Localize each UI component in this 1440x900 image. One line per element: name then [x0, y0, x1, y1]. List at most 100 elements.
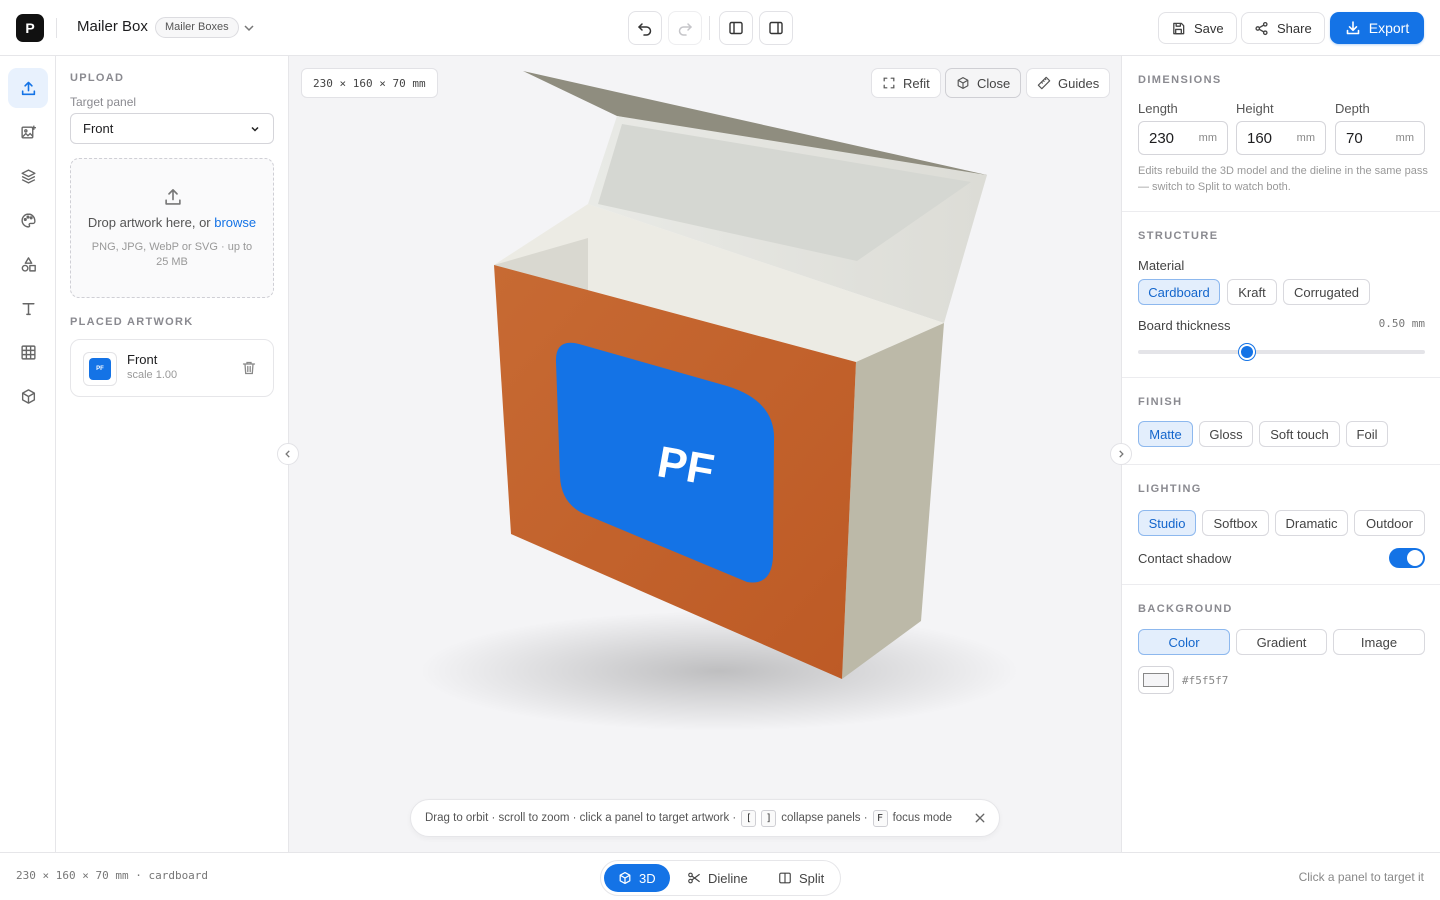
rail-shapes-button[interactable]	[8, 244, 48, 284]
export-button[interactable]: Export	[1330, 12, 1424, 44]
finish-foil-chip[interactable]: Foil	[1346, 421, 1388, 447]
board-thickness-slider[interactable]	[1138, 344, 1425, 360]
rail-image-button[interactable]	[8, 112, 48, 152]
material-cardboard-chip[interactable]: Cardboard	[1138, 279, 1220, 305]
contact-shadow-toggle[interactable]	[1389, 548, 1425, 568]
artwork-scale: scale 1.00	[127, 369, 178, 381]
refit-button[interactable]: Refit	[871, 68, 941, 98]
close-icon[interactable]	[974, 812, 986, 824]
finish-soft-touch-chip[interactable]: Soft touch	[1259, 421, 1340, 447]
save-button[interactable]: Save	[1158, 12, 1237, 44]
chevron-down-icon[interactable]	[241, 20, 257, 36]
undo-icon	[638, 23, 652, 36]
box-icon	[957, 77, 969, 89]
material-corrugated-chip[interactable]: Corrugated	[1283, 279, 1370, 305]
share-button[interactable]: Share	[1241, 12, 1325, 44]
close-lid-button[interactable]: Close	[945, 68, 1022, 98]
slider-thumb[interactable]	[1239, 344, 1256, 360]
undo-button[interactable]	[628, 11, 662, 45]
redo-button[interactable]	[668, 11, 702, 45]
rail-grid-button[interactable]	[8, 332, 48, 372]
material-label: Material	[1138, 258, 1185, 273]
view-3d-button[interactable]: 3D	[604, 864, 670, 892]
save-label: Save	[1194, 20, 1224, 36]
rail-text-button[interactable]	[8, 288, 48, 328]
upload-heading: UPLOAD	[70, 72, 125, 84]
dimensions-heading: DIMENSIONS	[1138, 74, 1222, 86]
background-section: BACKGROUND Color Gradient Image #f5f5f7	[1122, 585, 1440, 852]
structure-section: STRUCTURE Material Cardboard Kraft Corru…	[1122, 212, 1440, 378]
rail-box-button[interactable]	[8, 376, 48, 416]
rail-palette-button[interactable]	[8, 200, 48, 240]
material-kraft-chip[interactable]: Kraft	[1227, 279, 1277, 305]
lighting-dramatic-chip[interactable]: Dramatic	[1275, 510, 1348, 536]
panel-left-icon	[729, 21, 743, 35]
divider	[56, 18, 57, 38]
project-category-badge: Mailer Boxes	[155, 17, 239, 38]
toggle-right-panel-button[interactable]	[759, 11, 793, 45]
artwork-thumbnail: PF	[83, 352, 117, 386]
share-icon	[1255, 21, 1268, 35]
toggle-left-panel-button[interactable]	[719, 11, 753, 45]
background-color-swatch[interactable]	[1138, 666, 1174, 694]
box-icon	[619, 871, 631, 885]
box-icon	[21, 388, 35, 404]
box-3d-model[interactable]: PF	[289, 56, 1121, 852]
trash-icon[interactable]	[241, 360, 257, 376]
top-bar: P Mailer Box Mailer Boxes Save Share Exp…	[0, 0, 1440, 56]
panel-right-icon	[769, 21, 783, 35]
split-view-icon	[779, 872, 791, 884]
length-label: Length	[1138, 101, 1178, 116]
contact-shadow	[419, 611, 1019, 731]
rail-layers-button[interactable]	[8, 156, 48, 196]
background-image-chip[interactable]: Image	[1333, 629, 1425, 655]
collapse-left-panel-button[interactable]	[277, 443, 299, 465]
lighting-studio-chip[interactable]: Studio	[1138, 510, 1196, 536]
length-input[interactable]: 230 mm	[1138, 121, 1228, 155]
app-logo[interactable]: P	[16, 14, 44, 42]
guides-button[interactable]: Guides	[1026, 68, 1111, 98]
artwork-thumbnail-mark: PF	[89, 358, 111, 380]
controls-hint: Drag to orbit · scroll to zoom · click a…	[410, 799, 1000, 837]
lighting-outdoor-chip[interactable]: Outdoor	[1354, 510, 1425, 536]
background-color-chip[interactable]: Color	[1138, 629, 1230, 655]
box-side-panel[interactable]	[842, 323, 944, 679]
project-title[interactable]: Mailer Box	[77, 18, 148, 35]
tool-rail	[0, 56, 56, 852]
shapes-icon	[21, 256, 36, 272]
finish-matte-chip[interactable]: Matte	[1138, 421, 1193, 447]
collapse-right-panel-button[interactable]	[1110, 443, 1132, 465]
text-icon	[21, 302, 35, 315]
view-mode-switch: 3D Dieline Split	[600, 860, 841, 896]
finish-section: FINISH Matte Gloss Soft touch Foil	[1122, 378, 1440, 465]
front-artwork-text: PF	[654, 437, 718, 495]
upload-icon	[165, 189, 181, 205]
swatch-color	[1143, 673, 1169, 687]
upload-icon	[21, 81, 35, 95]
scissors-icon	[688, 872, 700, 884]
artwork-card[interactable]: PF Front scale 1.00	[70, 339, 274, 397]
view-dieline-button[interactable]: Dieline	[673, 864, 762, 892]
height-input[interactable]: 160 mm	[1236, 121, 1326, 155]
artwork-dropzone[interactable]: Drop artwork here, or browse PNG, JPG, W…	[70, 158, 274, 298]
target-panel-select[interactable]: Front	[70, 113, 274, 144]
target-panel-value: Front	[83, 121, 114, 136]
background-heading: BACKGROUND	[1138, 603, 1233, 615]
dimensions-section: DIMENSIONS Length Height Depth 230 mm 16…	[1122, 56, 1440, 212]
finish-heading: FINISH	[1138, 396, 1183, 408]
lighting-softbox-chip[interactable]: Softbox	[1202, 510, 1269, 536]
background-gradient-chip[interactable]: Gradient	[1236, 629, 1327, 655]
placed-artwork-heading: PLACED ARTWORK	[70, 316, 194, 328]
browse-link[interactable]: browse	[214, 215, 256, 230]
chevron-down-icon	[251, 126, 259, 132]
close-lid-label: Close	[977, 75, 1011, 91]
3d-viewport[interactable]: PF 230 × 160 × 70 mm Refit Close Guides …	[289, 56, 1121, 852]
finish-gloss-chip[interactable]: Gloss	[1199, 421, 1253, 447]
depth-input[interactable]: 70 mm	[1335, 121, 1425, 155]
rail-upload-button[interactable]	[8, 68, 48, 108]
dropzone-text: Drop artwork here, or browse	[87, 215, 257, 230]
board-thickness-label: Board thickness	[1138, 318, 1231, 333]
target-panel-label: Target panel	[70, 95, 137, 109]
palette-icon	[20, 212, 36, 228]
view-split-button[interactable]: Split	[764, 864, 838, 892]
